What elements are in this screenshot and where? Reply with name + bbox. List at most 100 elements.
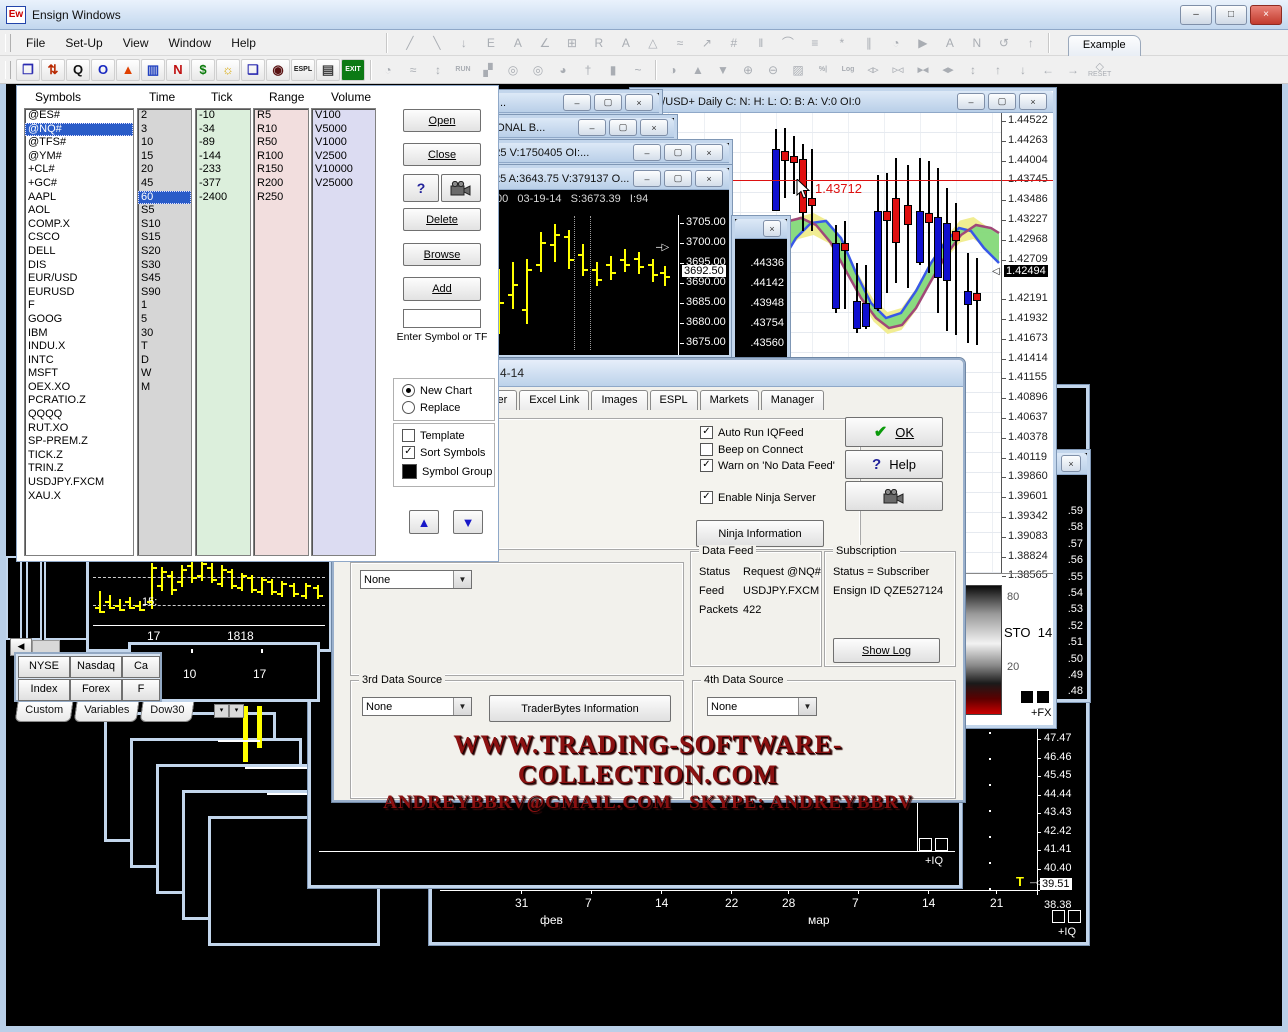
mini-titlebar[interactable]: × <box>735 219 787 239</box>
minimize-icon[interactable]: – <box>957 93 985 110</box>
close-icon[interactable]: × <box>1019 93 1047 110</box>
eurusd-titlebar[interactable]: EUR/USD+ Daily C: N: H: L: O: B: A: V:0 … <box>633 91 1053 113</box>
tab-espl[interactable]: ESPL <box>650 390 698 410</box>
radio-new-chart[interactable]: New Chart <box>402 384 472 397</box>
symbol-item[interactable]: INTC <box>25 354 133 368</box>
nav-tool-icon-7[interactable]: Log <box>836 59 860 81</box>
checkbox-beep-on-connect[interactable]: Beep on Connect <box>700 443 803 456</box>
chart-tool-icon-5[interactable]: ◎ <box>501 59 525 81</box>
nav-tool-icon-0[interactable]: ◑ <box>661 59 685 81</box>
symbols-window[interactable]: SymbolsTimeTickRangeVolume @ES#@NQ#@TFS#… <box>16 85 499 562</box>
nq-titlebar[interactable]: 25 A:3643.75 V:379137 O...–▢× <box>488 168 729 190</box>
symbol-item[interactable]: AAPL <box>25 191 133 205</box>
checkbox-enable-ninja-server[interactable]: ✓Enable Ninja Server <box>700 491 816 504</box>
minimized-window-edge[interactable] <box>6 556 22 640</box>
link-square-icon[interactable] <box>1052 910 1065 923</box>
volume-item[interactable]: V10000 <box>312 163 375 177</box>
tick-item[interactable]: -34 <box>196 123 250 137</box>
maximize-icon[interactable]: ▢ <box>664 144 692 161</box>
symbol-input[interactable] <box>403 309 481 328</box>
help-button[interactable]: ? <box>403 174 439 202</box>
close-icon[interactable]: × <box>625 94 653 111</box>
market-button-ca[interactable]: Ca <box>122 656 160 678</box>
link-square-icon[interactable] <box>1037 691 1049 703</box>
symbol-item[interactable]: QQQQ <box>25 408 133 422</box>
alert-bell-icon[interactable]: ☼ <box>216 59 240 81</box>
market-button-index[interactable]: Index <box>18 679 70 701</box>
draw-tool-icon-8[interactable]: A <box>614 32 638 54</box>
chart-tool-icon-7[interactable]: ◕ <box>551 59 575 81</box>
volume-item[interactable]: V100 <box>312 109 375 123</box>
exit-icon[interactable]: EXIT <box>341 59 365 81</box>
delete-button[interactable]: Delete <box>403 208 481 231</box>
draw-tool-icon-20[interactable]: A <box>938 32 962 54</box>
symbol-item[interactable]: SP-PREM.Z <box>25 435 133 449</box>
nav-tool-icon-14[interactable]: ↓ <box>1011 59 1035 81</box>
chart-window-nq[interactable]: 25 A:3643.75 V:379137 O...–▢× 00 03-19-1… <box>485 165 732 358</box>
time-item[interactable]: 3 <box>138 123 191 137</box>
tab-dow30[interactable]: Dow30 <box>140 702 195 722</box>
tab-variables[interactable]: Variables <box>74 702 140 722</box>
time-item[interactable]: 30 <box>138 327 191 341</box>
reset-view-button[interactable]: ◇ RESET <box>1088 62 1111 78</box>
draw-tool-icon-0[interactable]: ╱ <box>398 32 422 54</box>
symbol-item[interactable]: PCRATIO.Z <box>25 394 133 408</box>
link-square-icon[interactable] <box>1021 691 1033 703</box>
nav-tool-icon-6[interactable]: %| <box>811 59 835 81</box>
video-help-button[interactable] <box>441 174 481 202</box>
draw-tool-icon-3[interactable]: E <box>479 32 503 54</box>
cascade-windows-icon[interactable]: ❐ <box>16 59 40 81</box>
symbol-item[interactable]: EUR/USD <box>25 272 133 286</box>
close-icon[interactable]: × <box>640 119 668 136</box>
symbol-item[interactable]: TRIN.Z <box>25 462 133 476</box>
symbol-item[interactable]: @YM# <box>25 150 133 164</box>
minimize-icon[interactable]: – <box>563 94 591 111</box>
volume-item[interactable]: V25000 <box>312 177 375 191</box>
draw-tool-icon-12[interactable]: # <box>722 32 746 54</box>
range-item[interactable]: R150 <box>254 163 308 177</box>
chart-window-minimized-3[interactable]: 58.25 V:1750405 OI:...–▢× <box>470 140 732 166</box>
symbol-item[interactable]: RUT.XO <box>25 422 133 436</box>
range-item[interactable]: R10 <box>254 123 308 137</box>
espl-icon[interactable]: ESPL <box>291 59 315 81</box>
time-item[interactable]: S90 <box>138 286 191 300</box>
draw-tool-icon-23[interactable]: ↑ <box>1019 32 1043 54</box>
chart-tool-icon-2[interactable]: ↕ <box>426 59 450 81</box>
tick-item[interactable]: -89 <box>196 136 250 150</box>
draw-tool-icon-4[interactable]: A <box>506 32 530 54</box>
maximize-icon[interactable]: ▢ <box>988 93 1016 110</box>
news-icon[interactable]: N <box>166 59 190 81</box>
time-item[interactable]: S10 <box>138 218 191 232</box>
volume-item[interactable]: V5000 <box>312 123 375 137</box>
symbol-item[interactable]: GOOG <box>25 313 133 327</box>
draw-tool-icon-14[interactable]: ⌒ <box>776 32 800 54</box>
dock-chart-window[interactable]: 171818 <box>86 550 332 652</box>
range-item[interactable]: R50 <box>254 136 308 150</box>
draw-tool-icon-16[interactable]: * <box>830 32 854 54</box>
time-item[interactable]: 2 <box>138 109 191 123</box>
symbol-item[interactable]: DELL <box>25 245 133 259</box>
market-button-f[interactable]: F <box>122 679 160 701</box>
link-square-icon[interactable] <box>919 838 932 851</box>
close-icon[interactable]: × <box>1061 455 1081 472</box>
minimized-window-edge[interactable] <box>26 556 42 640</box>
chart-tool-icon-6[interactable]: ◎ <box>526 59 550 81</box>
checkbox-sort-symbols[interactable]: ✓Sort Symbols <box>402 446 485 459</box>
volume-item[interactable]: V1000 <box>312 136 375 150</box>
menu-window[interactable]: Window <box>159 32 222 54</box>
radio-replace[interactable]: Replace <box>402 401 460 414</box>
window-titlebar[interactable]: 58.25 V:1750405 OI:...–▢× <box>473 143 729 163</box>
minimize-button[interactable]: – <box>1180 5 1212 25</box>
symbol-item[interactable]: XAU.X <box>25 490 133 504</box>
close-icon[interactable]: × <box>763 220 781 237</box>
source3-dropdown[interactable]: None▼ <box>362 697 472 716</box>
draw-tool-icon-18[interactable]: ◔ <box>884 32 908 54</box>
nav-tool-icon-10[interactable]: ▶◀ <box>911 59 935 81</box>
option-board-icon[interactable]: O <box>91 59 115 81</box>
menu-file[interactable]: File <box>16 32 55 54</box>
draw-tool-icon-9[interactable]: △ <box>641 32 665 54</box>
minimize-icon[interactable]: – <box>633 170 661 187</box>
minimize-icon[interactable]: – <box>578 119 606 136</box>
symbol-item[interactable]: COMP.X <box>25 218 133 232</box>
draw-tool-icon-5[interactable]: ∠ <box>533 32 557 54</box>
